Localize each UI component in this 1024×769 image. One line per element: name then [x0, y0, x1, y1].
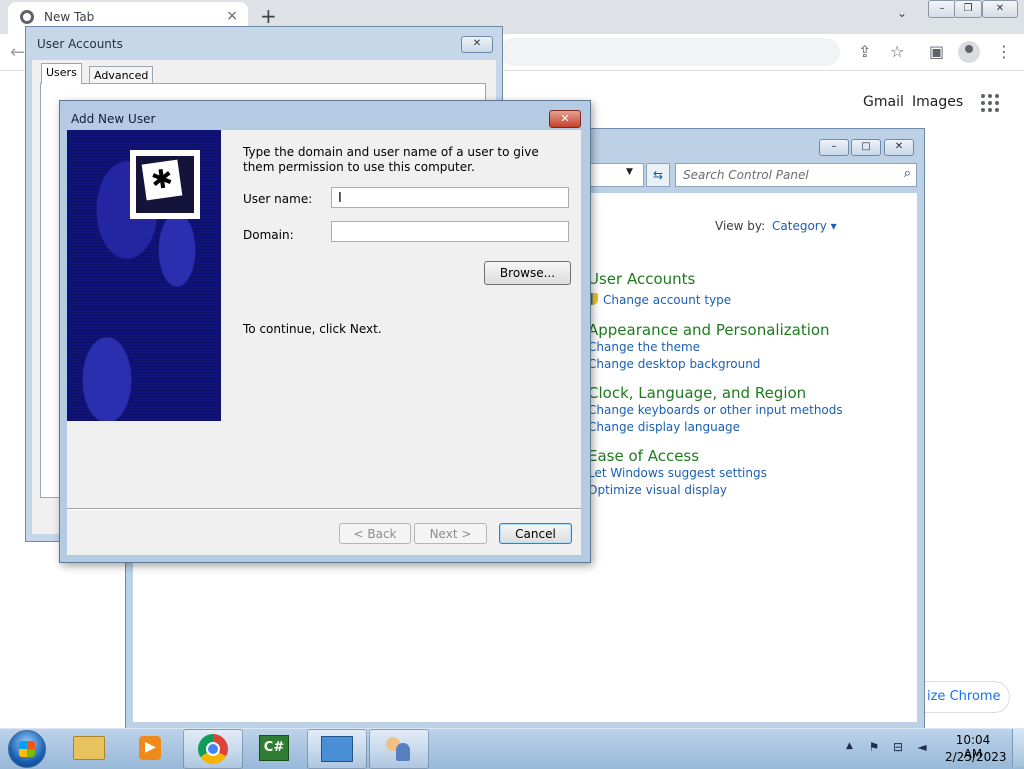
- cp-search-placeholder: Search Control Panel: [683, 168, 809, 182]
- dialog-title: Add New User: [71, 112, 156, 126]
- category-heading-appearance[interactable]: Appearance and Personalization: [588, 321, 830, 339]
- username-label: User name:: [243, 192, 313, 206]
- link-windows-suggest-settings[interactable]: Let Windows suggest settings: [588, 466, 767, 480]
- dialog-body: ✱ Type the domain and user name of a use…: [67, 130, 581, 555]
- category-heading-clock-language-region[interactable]: Clock, Language, and Region: [588, 384, 806, 402]
- apps-grid-icon[interactable]: [981, 94, 999, 112]
- show-desktop-button[interactable]: [1012, 729, 1024, 767]
- chrome-favicon-icon: [20, 10, 34, 24]
- category-heading-user-accounts[interactable]: User Accounts: [588, 270, 695, 288]
- images-link[interactable]: Images: [912, 94, 963, 110]
- media-player-icon: [139, 736, 161, 760]
- browser-restore-button[interactable]: ❐: [954, 0, 982, 18]
- refresh-icon[interactable]: ⇆: [646, 163, 670, 187]
- taskbar-explorer-button[interactable]: [60, 729, 118, 767]
- dialog-instructions: Type the domain and user name of a user …: [243, 145, 539, 174]
- more-menu-icon[interactable]: ⋮: [996, 42, 1012, 61]
- tab-search-chevron-icon[interactable]: ⌄: [897, 6, 907, 20]
- gmail-link[interactable]: Gmail: [863, 94, 904, 110]
- cp-close-button[interactable]: ✕: [884, 139, 914, 156]
- add-new-user-dialog: Add New User ✕ ✱ Type the domain and use…: [59, 100, 591, 563]
- cp-minimize-button[interactable]: –: [819, 139, 849, 156]
- share-icon[interactable]: ⇪: [858, 42, 871, 61]
- back-button[interactable]: < Back: [339, 523, 411, 544]
- link-change-display-language[interactable]: Change display language: [588, 420, 740, 434]
- action-center-flag-icon[interactable]: ⚑: [867, 740, 881, 754]
- folder-icon: [73, 736, 105, 760]
- cancel-button[interactable]: Cancel: [499, 523, 572, 544]
- link-optimize-visual-display[interactable]: Optimize visual display: [588, 483, 727, 497]
- taskbar-chrome-button[interactable]: [183, 729, 243, 769]
- user-accounts-close-button[interactable]: ✕: [461, 36, 493, 53]
- link-change-keyboards[interactable]: Change keyboards or other input methods: [588, 403, 843, 417]
- next-button[interactable]: Next >: [414, 523, 487, 544]
- tab-title: New Tab: [44, 10, 95, 24]
- search-icon[interactable]: ⌕: [904, 166, 911, 181]
- volume-icon[interactable]: ◄: [915, 740, 929, 754]
- username-input[interactable]: [331, 187, 569, 208]
- taskbar-media-player-button[interactable]: [121, 729, 179, 767]
- csharp-icon: C#: [259, 735, 289, 761]
- browser-minimize-button[interactable]: –: [928, 0, 956, 18]
- link-change-theme[interactable]: Change the theme: [588, 340, 700, 354]
- chrome-icon: [198, 734, 228, 764]
- key-icon: ✱: [130, 150, 200, 219]
- show-hidden-icons-icon[interactable]: ▲: [846, 741, 853, 751]
- taskbar-csharp-button[interactable]: C#: [245, 729, 303, 767]
- tab-close-icon[interactable]: ×: [226, 8, 238, 24]
- view-by-label: View by:: [715, 219, 766, 233]
- address-dropdown-icon[interactable]: ▼: [626, 167, 633, 177]
- users-icon: [384, 735, 414, 763]
- category-heading-ease-of-access[interactable]: Ease of Access: [588, 447, 699, 465]
- view-by-dropdown[interactable]: Category ▾: [772, 219, 837, 233]
- windows-logo-icon: [19, 741, 35, 757]
- taskbar-control-panel-button[interactable]: [307, 729, 367, 769]
- dialog-separator: [67, 508, 581, 510]
- profile-avatar-icon[interactable]: [958, 41, 980, 63]
- control-panel-icon: [321, 736, 353, 762]
- start-button[interactable]: [8, 730, 46, 768]
- text-cursor-icon: I: [338, 191, 342, 206]
- customize-chrome-label: ize Chrome: [927, 689, 1001, 704]
- wizard-banner-image: ✱: [67, 130, 221, 421]
- new-tab-button[interactable]: +: [260, 4, 277, 28]
- network-icon[interactable]: ⊟: [891, 740, 905, 754]
- link-change-desktop-background[interactable]: Change desktop background: [588, 357, 760, 371]
- continue-instruction: To continue, click Next.: [243, 322, 382, 336]
- address-bar[interactable]: [500, 38, 840, 66]
- link-change-account-type[interactable]: Change account type: [603, 293, 731, 307]
- clock-date[interactable]: 2/25/2023: [945, 750, 1007, 764]
- cp-maximize-button[interactable]: □: [851, 139, 881, 156]
- user-accounts-title: User Accounts: [37, 37, 123, 51]
- bookmark-star-icon[interactable]: ☆: [890, 42, 904, 61]
- browser-close-button[interactable]: ✕: [982, 0, 1018, 18]
- side-panel-icon[interactable]: ▣: [929, 42, 944, 61]
- domain-input[interactable]: [331, 221, 569, 242]
- domain-label: Domain:: [243, 228, 294, 242]
- taskbar-user-accounts-button[interactable]: [369, 729, 429, 769]
- dialog-close-button[interactable]: ✕: [549, 110, 581, 128]
- cp-search-box[interactable]: Search Control Panel ⌕: [675, 163, 917, 187]
- back-arrow-icon[interactable]: ←: [10, 42, 25, 63]
- tab-users[interactable]: Users: [41, 63, 82, 84]
- browse-button[interactable]: Browse...: [484, 261, 571, 285]
